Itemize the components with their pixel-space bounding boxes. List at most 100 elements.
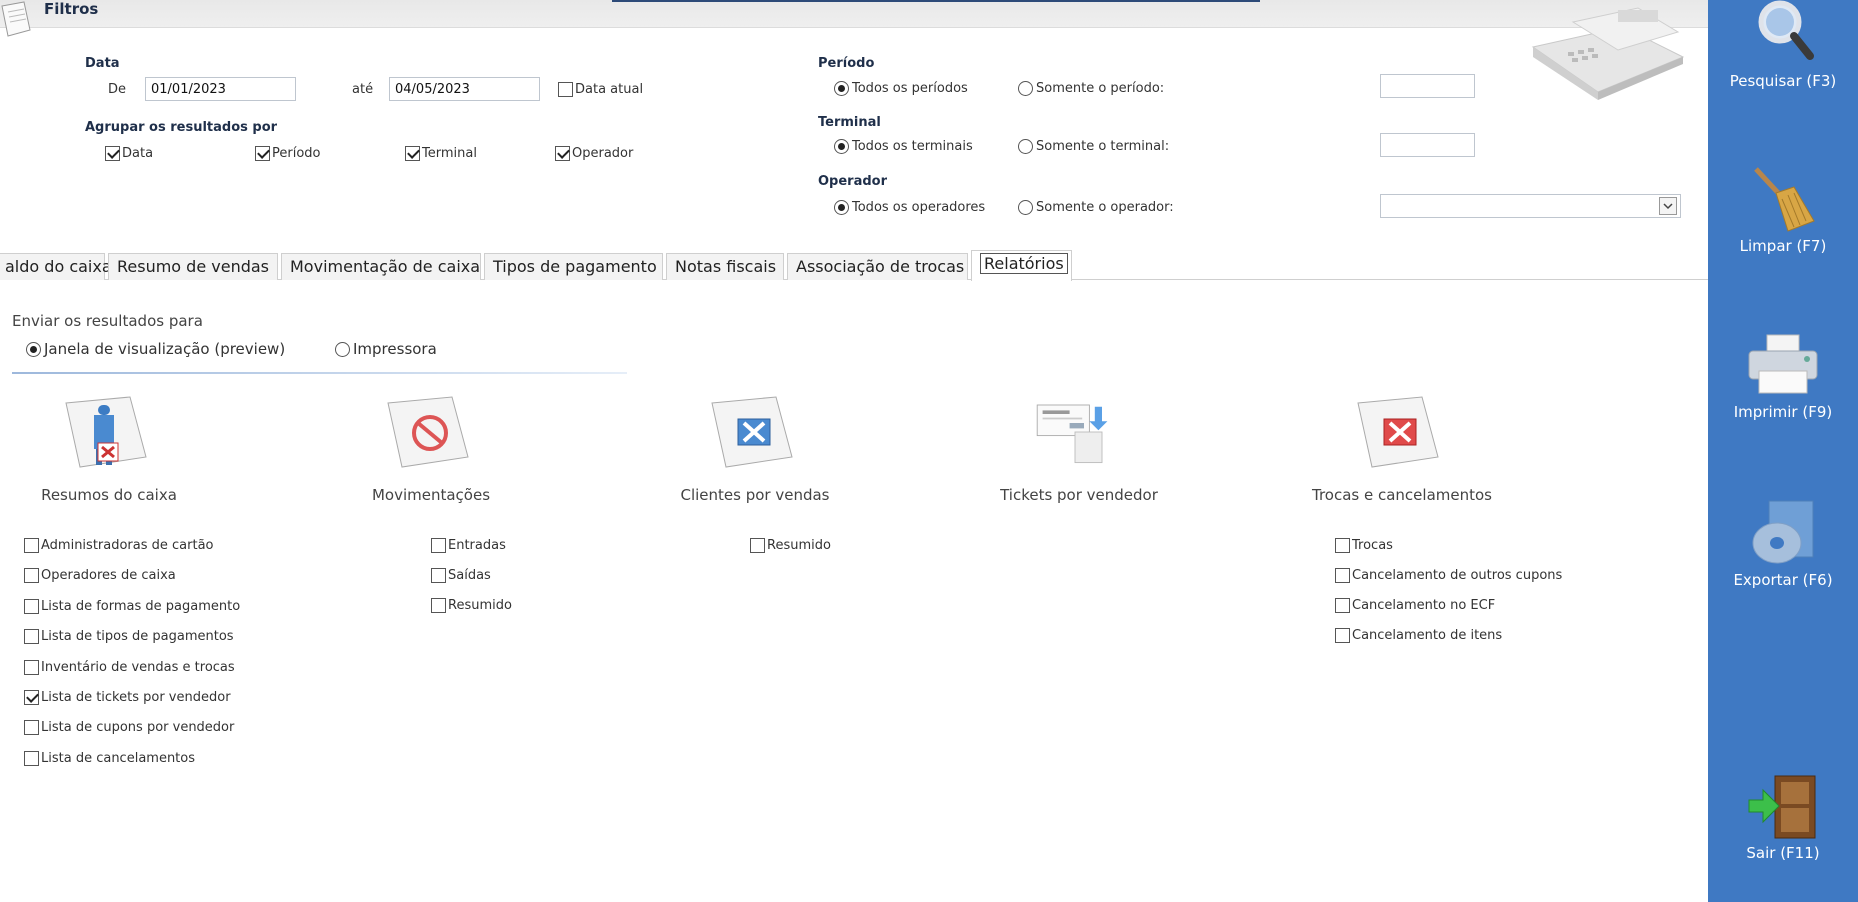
- checkbox-box: [1335, 538, 1350, 553]
- tab-saldo-do-caixa[interactable]: aldo do caixa: [0, 253, 112, 280]
- report-option-checkbox[interactable]: Lista de cancelamentos: [24, 751, 195, 766]
- checkbox-box: [24, 751, 39, 766]
- checkbox-box: [750, 538, 765, 553]
- movements-report-icon[interactable]: [382, 395, 472, 475]
- radio-dot: [1018, 81, 1033, 96]
- chevron-down-icon[interactable]: [1659, 197, 1677, 215]
- export-button[interactable]: Exportar (F6): [1708, 497, 1858, 589]
- checkbox-box: [1335, 568, 1350, 583]
- period-all-radio[interactable]: Todos os períodos: [834, 81, 968, 96]
- current-date-checkbox[interactable]: Data atual: [558, 82, 643, 97]
- tab-label: Relatórios: [980, 253, 1068, 274]
- report-option-checkbox[interactable]: Administradoras de cartão: [24, 538, 214, 553]
- clear-button[interactable]: Limpar (F7): [1708, 165, 1858, 255]
- report-option-checkbox[interactable]: Cancelamento no ECF: [1335, 598, 1495, 613]
- terminal-only-radio[interactable]: Somente o terminal:: [1018, 139, 1169, 154]
- search-button[interactable]: Pesquisar (F3): [1708, 0, 1858, 90]
- checkbox-box: [558, 82, 573, 97]
- report-caption-movements: Movimentações: [371, 486, 491, 504]
- exchanges-report-icon[interactable]: [1352, 395, 1442, 475]
- group-by-label: Agrupar os resultados por: [85, 120, 278, 135]
- radio-dot: [1018, 200, 1033, 215]
- report-option-checkbox[interactable]: Resumido: [431, 598, 512, 613]
- action-sidebar: Pesquisar (F3) Limpar (F7) Imprimir (F9): [1708, 0, 1858, 902]
- group-by-date-checkbox[interactable]: Data: [105, 146, 153, 161]
- tab-label: Resumo de vendas: [117, 257, 270, 276]
- report-option-checkbox[interactable]: Operadores de caixa: [24, 568, 176, 583]
- tab-movimentacao-de-caixa[interactable]: Movimentação de caixa: [281, 253, 481, 280]
- checkbox-box: [1335, 598, 1350, 613]
- terminal-input[interactable]: [1380, 133, 1475, 157]
- output-label: Enviar os resultados para: [12, 312, 203, 330]
- report-option-label: Cancelamento de itens: [1352, 628, 1503, 643]
- report-option-checkbox[interactable]: Inventário de vendas e trocas: [24, 660, 235, 675]
- tab-resumo-de-vendas[interactable]: Resumo de vendas: [108, 253, 278, 280]
- checkbox-box: [255, 146, 270, 161]
- report-option-label: Operadores de caixa: [41, 568, 176, 583]
- tab-label: Movimentação de caixa: [290, 257, 481, 276]
- cash-summary-report-icon[interactable]: [60, 395, 150, 475]
- group-by-option-label: Data: [122, 146, 154, 161]
- tab-notas-fiscais[interactable]: Notas fiscais: [666, 253, 784, 280]
- report-option-label: Lista de tipos de pagamentos: [41, 629, 234, 644]
- operator-only-radio[interactable]: Somente o operador:: [1018, 200, 1174, 215]
- period-all-label: Todos os períodos: [852, 81, 968, 96]
- report-option-checkbox[interactable]: Saídas: [431, 568, 491, 583]
- report-option-checkbox[interactable]: Lista de formas de pagamento: [24, 599, 240, 614]
- terminal-only-label: Somente o terminal:: [1036, 139, 1170, 154]
- report-caption-tickets: Tickets por vendedor: [1000, 486, 1158, 504]
- operator-select[interactable]: [1380, 194, 1681, 218]
- report-option-checkbox[interactable]: Cancelamento de outros cupons: [1335, 568, 1562, 583]
- date-to-input[interactable]: [389, 77, 540, 101]
- checkbox-box: [24, 538, 39, 553]
- exit-button[interactable]: Sair (F11): [1708, 774, 1858, 862]
- tab-associacao-de-trocas[interactable]: Associação de trocas: [787, 253, 968, 280]
- report-option-label: Trocas: [1352, 538, 1393, 553]
- report-option-checkbox[interactable]: Lista de cupons por vendedor: [24, 720, 234, 735]
- period-only-radio[interactable]: Somente o período:: [1018, 81, 1164, 96]
- report-option-checkbox[interactable]: Entradas: [431, 538, 506, 553]
- tab-label: Tipos de pagamento: [493, 257, 657, 276]
- terminal-all-radio[interactable]: Todos os terminais: [834, 139, 973, 154]
- radio-dot: [834, 200, 849, 215]
- group-by-operator-checkbox[interactable]: Operador: [555, 146, 633, 161]
- tab-tipos-de-pagamento[interactable]: Tipos de pagamento: [484, 253, 663, 280]
- report-option-checkbox[interactable]: Trocas: [1335, 538, 1393, 553]
- date-from-label: De: [108, 82, 127, 97]
- tab-label: aldo do caixa: [5, 257, 112, 276]
- clear-button-label: Limpar (F7): [1739, 237, 1827, 255]
- export-disk-icon: [1752, 500, 1814, 564]
- print-button[interactable]: Imprimir (F9): [1708, 333, 1858, 421]
- magnifier-icon: [1758, 0, 1814, 60]
- report-option-checkbox[interactable]: Cancelamento de itens: [1335, 628, 1502, 643]
- report-caption-exchanges: Trocas e cancelamentos: [1312, 486, 1492, 504]
- clients-report-icon[interactable]: [706, 395, 796, 475]
- report-option-checkbox[interactable]: Lista de tickets por vendedor: [24, 690, 231, 705]
- tab-relatorios[interactable]: Relatórios: [971, 250, 1072, 281]
- group-by-terminal-checkbox[interactable]: Terminal: [405, 146, 477, 161]
- checkbox-box: [431, 568, 446, 583]
- report-caption-clients: Clientes por vendas: [680, 486, 830, 504]
- period-input[interactable]: [1380, 74, 1475, 98]
- report-option-checkbox[interactable]: Lista de tipos de pagamentos: [24, 629, 234, 644]
- output-printer-radio[interactable]: Impressora: [335, 340, 437, 358]
- group-by-period-checkbox[interactable]: Período: [255, 146, 321, 161]
- report-option-checkbox[interactable]: Resumido: [750, 538, 831, 553]
- exit-button-label: Sair (F11): [1746, 844, 1820, 862]
- date-from-input[interactable]: [145, 77, 296, 101]
- checkbox-box: [24, 660, 39, 675]
- printer-icon: [1748, 334, 1818, 394]
- output-preview-radio[interactable]: Janela de visualização (preview): [26, 340, 285, 358]
- broom-icon: [1754, 167, 1815, 232]
- group-by-option-label: Operador: [572, 146, 634, 161]
- radio-dot: [834, 81, 849, 96]
- tab-label: Associação de trocas: [796, 257, 965, 276]
- date-section-label: Data: [85, 56, 120, 71]
- report-option-label: Inventário de vendas e trocas: [41, 660, 235, 675]
- checkbox-box: [405, 146, 420, 161]
- radio-dot: [335, 341, 350, 357]
- operator-all-radio[interactable]: Todos os operadores: [834, 200, 985, 215]
- tickets-report-icon[interactable]: [1030, 392, 1120, 472]
- checkbox-box: [24, 568, 39, 583]
- report-option-label: Lista de formas de pagamento: [41, 599, 241, 614]
